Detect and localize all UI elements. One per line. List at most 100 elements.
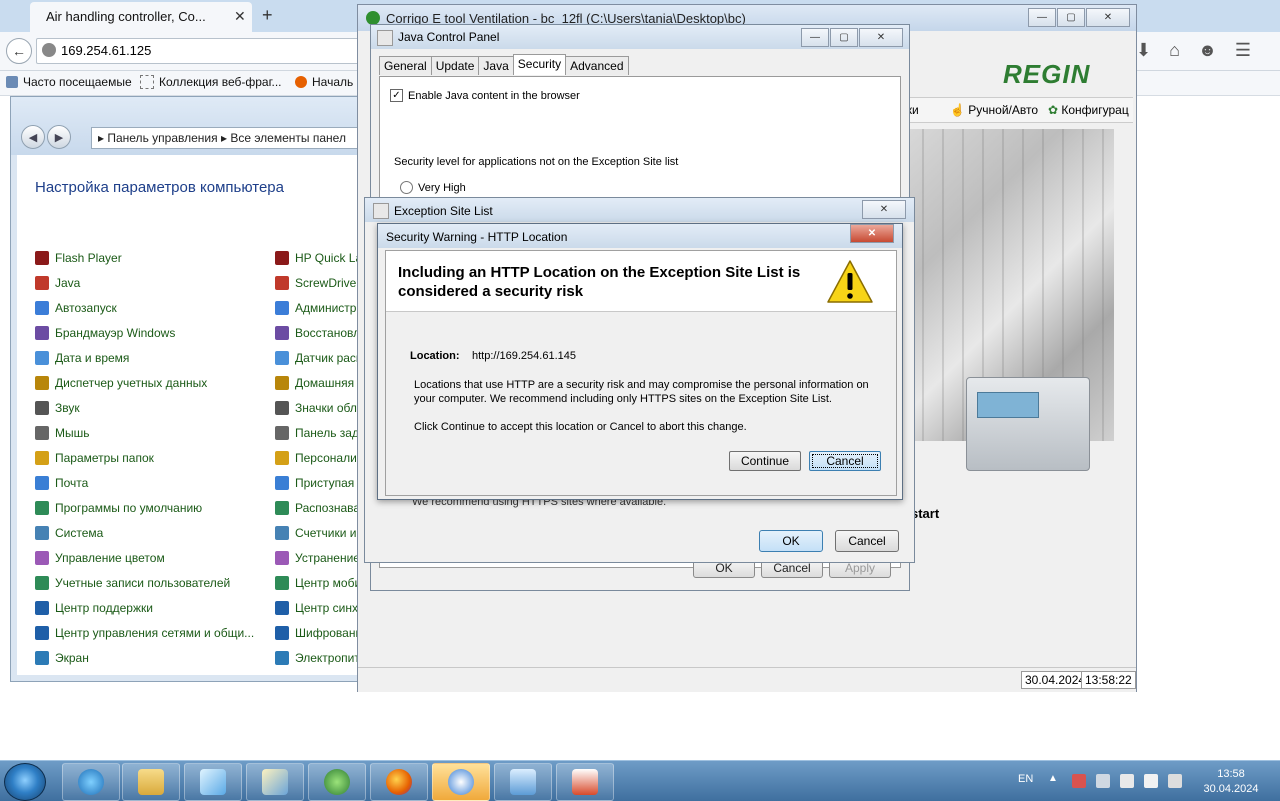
taskbar-app-plane[interactable] bbox=[184, 763, 242, 801]
maximize-button[interactable]: ▢ bbox=[830, 28, 858, 47]
cp-item-icon bbox=[275, 350, 289, 365]
cp-item[interactable]: Мышь bbox=[35, 420, 254, 445]
cp-item[interactable]: Flash Player bbox=[35, 245, 254, 270]
esl-cancel-button[interactable]: Cancel bbox=[835, 530, 899, 552]
minimize-button[interactable]: — bbox=[1028, 8, 1056, 27]
cp-address-bar[interactable]: ▸ Панель управления ▸ Все элементы панел bbox=[91, 127, 373, 149]
taskbar-java[interactable] bbox=[556, 763, 614, 801]
cp-item[interactable]: Параметры папок bbox=[35, 445, 254, 470]
cp-item-icon bbox=[35, 425, 49, 440]
cp-item[interactable]: Диспетчер учетных данных bbox=[35, 370, 254, 395]
back-button[interactable]: ← bbox=[6, 38, 32, 64]
taskbar-control-panel[interactable] bbox=[494, 763, 552, 801]
bookmark-most-visited[interactable]: Часто посещаемые bbox=[6, 75, 132, 89]
disc-icon bbox=[448, 769, 474, 795]
cp-item[interactable]: Дата и время bbox=[35, 345, 254, 370]
cp-item-icon bbox=[35, 325, 49, 340]
cp-item-icon bbox=[35, 300, 49, 315]
toolbar-item-manual-auto[interactable]: ☝ Ручной/Авто bbox=[950, 103, 1038, 117]
close-button[interactable]: ✕ bbox=[850, 224, 894, 243]
continue-instructions: Click Continue to accept this location o… bbox=[414, 421, 747, 433]
cp-item-icon bbox=[275, 600, 289, 615]
home-icon[interactable]: ⌂ bbox=[1169, 40, 1180, 62]
cp-item[interactable]: Центр поддержки bbox=[35, 595, 254, 620]
cp-item-label: Flash Player bbox=[55, 250, 122, 265]
start-button[interactable] bbox=[4, 763, 46, 801]
continue-button[interactable]: Continue bbox=[729, 451, 801, 471]
cp-item-icon bbox=[35, 600, 49, 615]
corrigo-app-icon bbox=[366, 11, 380, 25]
browser-tab[interactable]: Air handling controller, Co... ✕ bbox=[30, 2, 252, 32]
cp-item[interactable]: Центр управления сетями и общи... bbox=[35, 620, 254, 645]
cp-item-icon bbox=[275, 325, 289, 340]
maximize-button[interactable]: ▢ bbox=[1057, 8, 1085, 27]
cp-item-icon bbox=[35, 575, 49, 590]
cp-item-icon bbox=[35, 650, 49, 665]
cp-item-label: Звук bbox=[55, 400, 80, 415]
taskbar-app-tools[interactable] bbox=[246, 763, 304, 801]
cp-back-button[interactable]: ◀ bbox=[21, 125, 45, 149]
close-button[interactable]: ✕ bbox=[859, 28, 903, 47]
close-button[interactable]: ✕ bbox=[862, 200, 906, 219]
hand-icon: ☝ bbox=[950, 103, 969, 117]
tray-flag-icon[interactable] bbox=[1072, 774, 1086, 788]
cp-item[interactable]: Java bbox=[35, 270, 254, 295]
tab-java[interactable]: Java bbox=[478, 56, 514, 75]
warning-headline: Including an HTTP Location on the Except… bbox=[398, 264, 801, 300]
cp-item[interactable]: Автозапуск bbox=[35, 295, 254, 320]
cp-item[interactable]: Брандмауэр Windows bbox=[35, 320, 254, 345]
minimize-button[interactable]: — bbox=[801, 28, 829, 47]
cp-item[interactable]: Звук bbox=[35, 395, 254, 420]
tab-close-icon[interactable]: ✕ bbox=[234, 8, 246, 25]
jcp-title-bar: Java Control Panel — ▢ ✕ bbox=[371, 25, 909, 49]
breadcrumb-item[interactable]: Панель управления bbox=[107, 131, 217, 145]
taskbar-app-disc[interactable] bbox=[432, 763, 490, 801]
language-indicator[interactable]: EN bbox=[1018, 773, 1033, 785]
tray-expand-icon[interactable]: ▲ bbox=[1048, 773, 1058, 784]
taskbar-firefox[interactable] bbox=[370, 763, 428, 801]
taskbar-explorer[interactable] bbox=[122, 763, 180, 801]
new-tab-button[interactable]: + bbox=[262, 5, 273, 26]
esl-ok-button[interactable]: OK bbox=[759, 530, 823, 552]
taskbar-ie[interactable] bbox=[62, 763, 120, 801]
clock[interactable]: 13:58 30.04.2024 bbox=[1196, 767, 1266, 797]
cp-item[interactable]: Экран bbox=[35, 645, 254, 670]
tab-update[interactable]: Update bbox=[430, 56, 480, 75]
gear-icon: ✿ bbox=[1048, 103, 1062, 117]
url-bar[interactable]: 169.254.61.125 bbox=[36, 38, 368, 64]
cancel-button[interactable]: Cancel bbox=[809, 451, 881, 471]
cp-item[interactable]: Почта bbox=[35, 470, 254, 495]
close-button[interactable]: ✕ bbox=[1086, 8, 1130, 27]
cp-item-label: Центр управления сетями и общи... bbox=[55, 625, 255, 640]
chat-icon[interactable]: ☻ bbox=[1198, 40, 1217, 62]
taskbar-corrigo[interactable] bbox=[308, 763, 366, 801]
menu-icon[interactable]: ☰ bbox=[1235, 40, 1251, 62]
tray-device-icon[interactable] bbox=[1120, 774, 1134, 788]
tray-network-icon[interactable] bbox=[1096, 774, 1110, 788]
cp-item[interactable]: Учетные записи пользователей bbox=[35, 570, 254, 595]
cp-item-label: Программы по умолчанию bbox=[55, 500, 203, 515]
esl-title-bar: Exception Site List ✕ bbox=[365, 198, 914, 222]
radio-icon bbox=[400, 181, 413, 194]
tab-advanced[interactable]: Advanced bbox=[565, 56, 629, 75]
very-high-radio[interactable]: Very High bbox=[400, 181, 466, 194]
breadcrumb-item[interactable]: Все элементы панел bbox=[230, 131, 346, 145]
cp-item[interactable]: Система bbox=[35, 520, 254, 545]
cp-forward-button[interactable]: ▶ bbox=[47, 125, 71, 149]
bookmark-start[interactable]: Началь bbox=[295, 75, 353, 89]
cp-item-label: Автозапуск bbox=[55, 300, 117, 315]
download-icon[interactable]: ⬇ bbox=[1136, 40, 1151, 62]
bookmark-web-collection[interactable]: Коллекция веб-фраг... bbox=[140, 75, 282, 89]
cp-item[interactable]: Управление цветом bbox=[35, 545, 254, 570]
cp-item-icon bbox=[35, 450, 49, 465]
toolbar-item-config[interactable]: ✿ Конфигурац bbox=[1048, 103, 1129, 117]
cp-item-icon bbox=[275, 525, 289, 540]
cp-item[interactable]: Программы по умолчанию bbox=[35, 495, 254, 520]
cp-item-label: Датчик расп bbox=[295, 350, 363, 365]
tab-general[interactable]: General bbox=[379, 56, 432, 75]
tray-volume-icon[interactable] bbox=[1168, 774, 1182, 788]
page-title: Настройка параметров компьютера bbox=[35, 179, 284, 196]
tray-usb-icon[interactable] bbox=[1144, 774, 1158, 788]
enable-java-checkbox[interactable]: ✓ Enable Java content in the browser bbox=[390, 89, 580, 102]
tab-security[interactable]: Security bbox=[512, 54, 567, 75]
